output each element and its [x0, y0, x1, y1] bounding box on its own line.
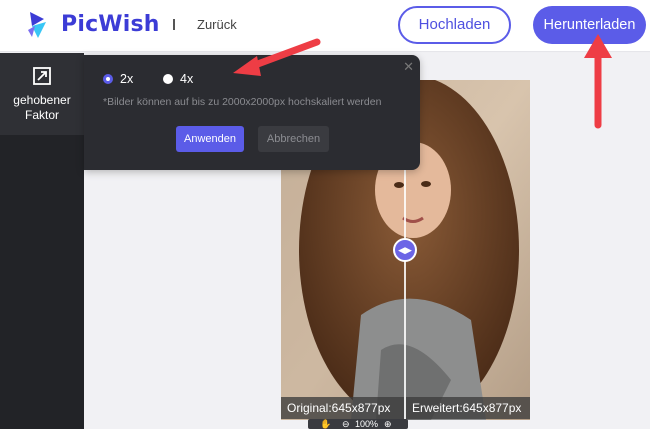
- back-link[interactable]: Zurück: [197, 17, 237, 32]
- tool-sidebar: gehobener Faktor: [0, 53, 84, 429]
- cancel-button[interactable]: Abbrechen: [258, 126, 329, 152]
- zoom-in-icon[interactable]: ⊕: [384, 419, 392, 429]
- radio-2x[interactable]: 2x: [103, 72, 133, 86]
- picwish-logo-icon[interactable]: [26, 10, 52, 40]
- enhanced-caption: Erweitert:645x877px: [406, 397, 530, 419]
- radio-checked-indicator: [103, 74, 113, 84]
- upscale-hint: *Bilder können auf bis zu 2000x2000px ho…: [103, 96, 382, 108]
- close-icon[interactable]: ✕: [403, 59, 414, 75]
- zoom-out-icon[interactable]: ⊖: [342, 419, 350, 429]
- upload-button[interactable]: Hochladen: [398, 6, 511, 44]
- radio-4x-label: 4x: [180, 72, 194, 86]
- radio-4x[interactable]: 4x: [163, 72, 193, 86]
- sidebar-item-upscale[interactable]: gehobener Faktor: [0, 53, 84, 135]
- zoom-toolbar: ✋ ⊖ 100% ⊕: [308, 419, 408, 429]
- radio-unchecked-indicator: [163, 74, 173, 84]
- header-divider: [173, 19, 175, 30]
- radio-2x-label: 2x: [120, 72, 134, 86]
- zoom-level: 100%: [355, 419, 379, 429]
- logo-text[interactable]: PicWish: [61, 12, 160, 37]
- top-header: PicWish Zurück Hochladen Herunterladen: [0, 0, 650, 52]
- app-page: PicWish Zurück Hochladen Herunterladen ◀…: [0, 0, 650, 429]
- download-button[interactable]: Herunterladen: [533, 6, 646, 44]
- hand-pan-icon[interactable]: ✋: [320, 419, 331, 429]
- compare-arrows-icon[interactable]: ◀▶: [393, 238, 417, 262]
- upscale-factor-popup: ✕ 2x 4x *Bilder können auf bis zu 2000x2…: [84, 55, 420, 170]
- original-caption: Original:645x877px: [281, 397, 404, 419]
- sidebar-item-label: gehobener Faktor: [13, 93, 71, 122]
- upscale-expand-icon: [33, 67, 51, 85]
- apply-button[interactable]: Anwenden: [176, 126, 244, 152]
